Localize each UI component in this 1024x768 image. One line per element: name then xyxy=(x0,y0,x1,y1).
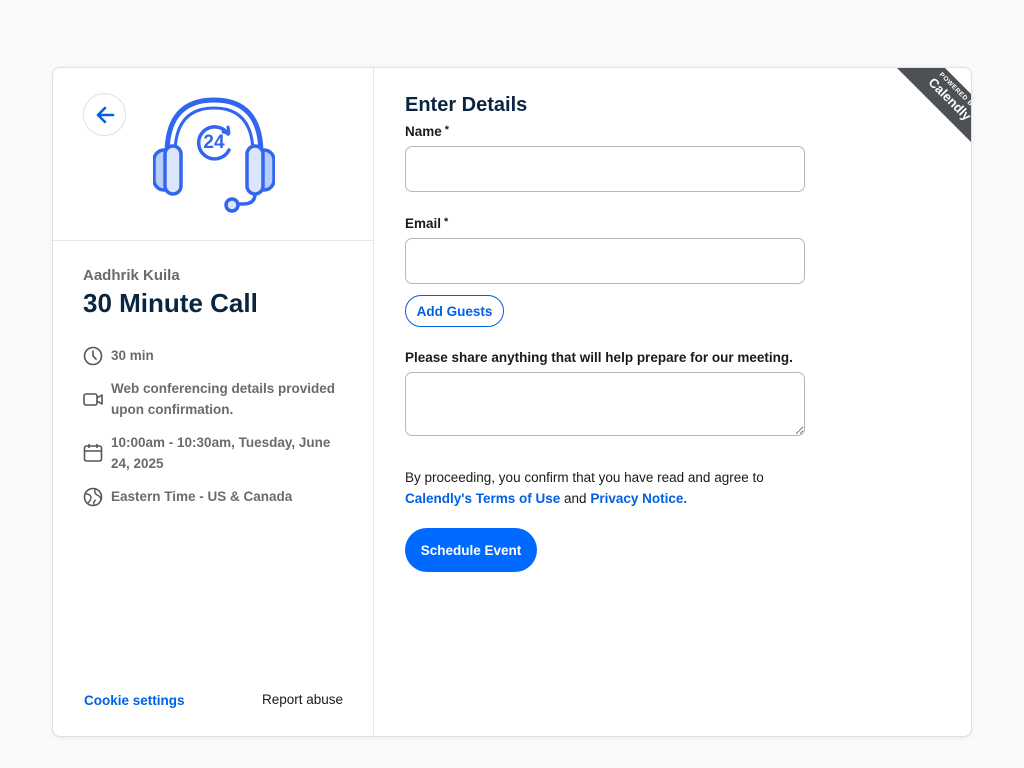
organizer-name: Aadhrik Kuila xyxy=(83,267,180,284)
arrow-left-icon xyxy=(96,106,114,123)
terms-of-use-link[interactable]: Calendly's Terms of Use xyxy=(405,491,560,506)
ribbon-band: POWERED BY Calendly xyxy=(882,68,972,167)
share-notes-label: Please share anything that will help pre… xyxy=(405,350,793,365)
headset-24-icon: 24 xyxy=(153,97,275,213)
terms-notice: By proceeding, you confirm that you have… xyxy=(405,467,825,509)
add-guests-button[interactable]: Add Guests xyxy=(405,295,504,327)
detail-duration: 30 min xyxy=(83,345,346,366)
ribbon-brand-text: Calendly xyxy=(925,74,972,124)
video-camera-icon xyxy=(83,389,103,409)
logo-area: 24 xyxy=(53,68,374,241)
cookie-settings-link[interactable]: Cookie settings xyxy=(84,693,185,708)
name-label: Name * xyxy=(405,124,449,139)
required-marker: * xyxy=(444,124,450,136)
privacy-notice-link[interactable]: Privacy Notice. xyxy=(590,491,687,506)
terms-prefix: By proceeding, you confirm that you have… xyxy=(405,470,764,485)
duration-text: 30 min xyxy=(111,348,154,363)
detail-timezone: Eastern Time - US & Canada xyxy=(83,486,346,507)
email-label-text: Email xyxy=(405,216,442,231)
datetime-text: 10:00am - 10:30am, Tuesday, June 24, 202… xyxy=(111,435,331,471)
timezone-text: Eastern Time - US & Canada xyxy=(111,489,293,504)
name-label-text: Name xyxy=(405,124,442,139)
event-info-panel: 24 Aadhrik Kuila 30 Minute Call 30 min W… xyxy=(53,68,374,736)
globe-icon xyxy=(83,487,103,507)
detail-datetime: 10:00am - 10:30am, Tuesday, June 24, 202… xyxy=(83,432,346,474)
form-title: Enter Details xyxy=(405,94,528,116)
svg-text:24: 24 xyxy=(203,132,225,153)
required-marker: * xyxy=(444,216,449,228)
email-label: Email * xyxy=(405,216,448,231)
clock-icon xyxy=(83,346,103,366)
report-abuse-link[interactable]: Report abuse xyxy=(262,692,343,707)
back-button[interactable] xyxy=(83,93,126,136)
terms-and: and xyxy=(564,491,587,506)
details-form: Enter Details Name * Email * Add Guests Pl… xyxy=(405,68,971,736)
event-title: 30 Minute Call xyxy=(83,288,258,318)
powered-by-ribbon[interactable]: POWERED BY Calendly xyxy=(871,68,972,168)
schedule-event-button[interactable]: Schedule Event xyxy=(405,528,537,572)
email-input[interactable] xyxy=(405,238,805,284)
share-notes-textarea[interactable] xyxy=(405,372,805,436)
conferencing-text: Web conferencing details provided upon c… xyxy=(111,381,336,417)
name-input[interactable] xyxy=(405,146,805,192)
detail-conferencing: Web conferencing details provided upon c… xyxy=(83,378,346,420)
booking-card: 24 Aadhrik Kuila 30 Minute Call 30 min W… xyxy=(52,67,972,737)
calendar-icon xyxy=(83,443,103,463)
